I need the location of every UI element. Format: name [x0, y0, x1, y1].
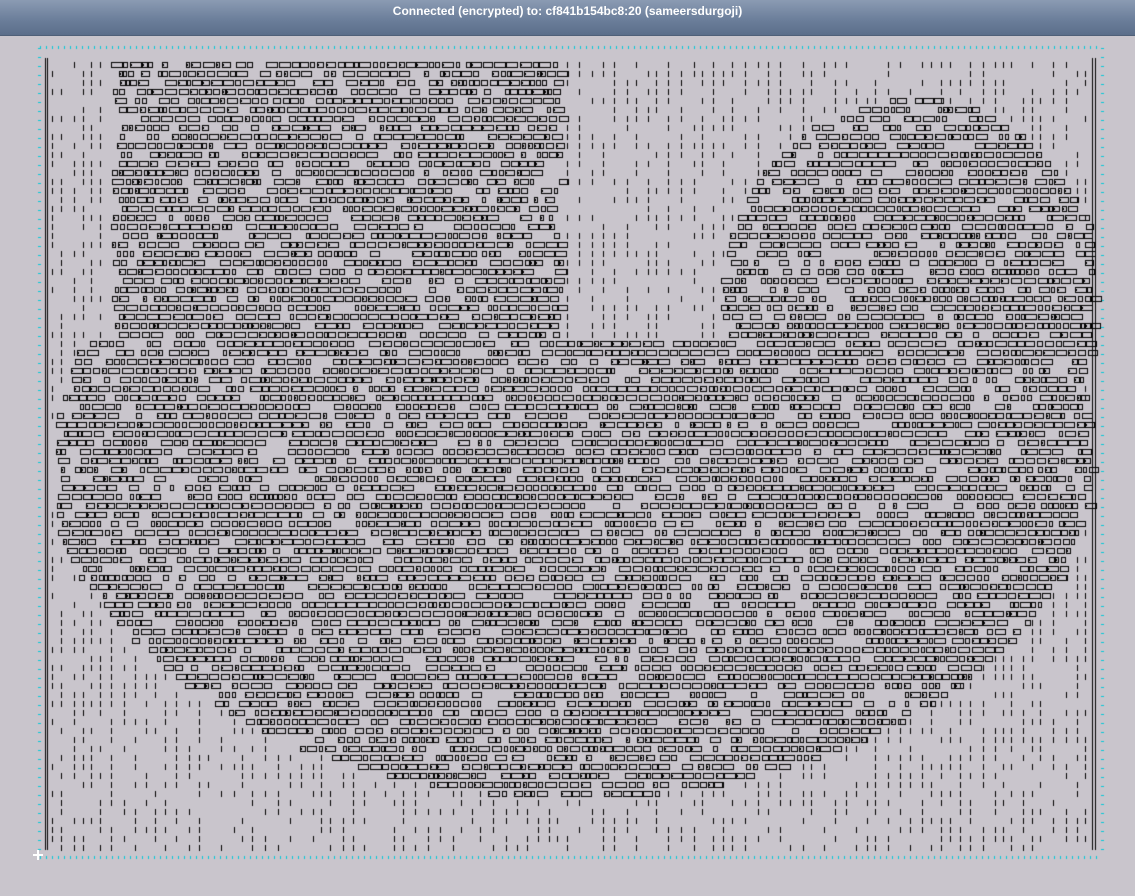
crosshair-icon — [33, 850, 43, 860]
remote-desktop-view[interactable] — [0, 36, 1135, 896]
vnc-title-bar: Connected (encrypted) to: cf841b154bc8:2… — [0, 0, 1135, 36]
connection-title: Connected (encrypted) to: cf841b154bc8:2… — [392, 4, 743, 18]
layout-canvas[interactable] — [0, 36, 1135, 896]
